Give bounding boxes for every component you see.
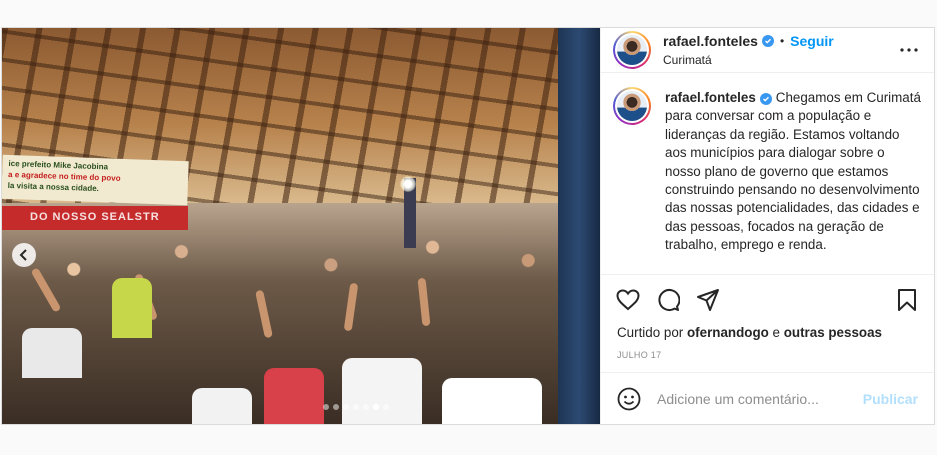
- likes-prefix: Curtido por: [617, 325, 684, 340]
- photo-person: [442, 378, 542, 424]
- photo-person: [112, 278, 152, 338]
- carousel-dot: [363, 404, 369, 410]
- caption-section: rafael.fonteles Chegamos em Curimatá para…: [601, 73, 934, 275]
- likes-connector: e: [772, 325, 780, 340]
- likes-summary: Curtido por ofernandogo e outras pessoas: [601, 325, 934, 340]
- more-icon: [900, 48, 918, 52]
- post-location[interactable]: Curimatá: [663, 53, 834, 67]
- photo-banner: ice prefeito Mike Jacobina a e agradece …: [2, 154, 189, 206]
- photo-pillar-right: [558, 28, 600, 424]
- post-header: rafael.fonteles • Seguir Curimatá: [601, 28, 934, 73]
- photo-person: [264, 368, 324, 424]
- header-username[interactable]: rafael.fonteles: [663, 33, 758, 49]
- share-button[interactable]: [695, 287, 721, 313]
- publish-button[interactable]: Publicar: [863, 391, 918, 407]
- photo-light: [400, 176, 416, 192]
- caption-username[interactable]: rafael.fonteles: [665, 90, 756, 105]
- avatar[interactable]: [613, 87, 651, 125]
- more-options-button[interactable]: [898, 39, 920, 61]
- emoji-icon[interactable]: [617, 387, 641, 411]
- photo-banner-red: DO NOSSO SEALSTR: [2, 206, 188, 230]
- action-bar: [601, 275, 934, 325]
- carousel-dot: [343, 404, 349, 410]
- verified-icon: [759, 93, 772, 105]
- like-button[interactable]: [615, 287, 641, 313]
- carousel-dot: [383, 404, 389, 410]
- avatar[interactable]: [613, 31, 651, 69]
- photo-person: [342, 358, 422, 424]
- chevron-left-icon: [19, 249, 27, 261]
- verified-icon: [761, 35, 774, 47]
- comment-bar: Publicar: [601, 372, 934, 424]
- post-sidebar: rafael.fonteles • Seguir Curimatá rafael…: [600, 28, 934, 424]
- carousel-dot: [373, 404, 379, 410]
- carousel-dot: [333, 404, 339, 410]
- photo-person: [22, 328, 82, 378]
- heart-icon: [616, 289, 640, 311]
- likes-user-link[interactable]: ofernandogo: [687, 325, 769, 340]
- likes-others-link[interactable]: outras pessoas: [784, 325, 882, 340]
- carousel-dot: [323, 404, 329, 410]
- post-date[interactable]: JULHO 17: [601, 340, 934, 372]
- comment-button[interactable]: [655, 287, 681, 313]
- caption: rafael.fonteles Chegamos em Curimatá para…: [665, 89, 922, 274]
- comment-input[interactable]: [657, 390, 863, 407]
- caption-text: Chegamos em Curimatá para conversar com …: [665, 90, 921, 253]
- instagram-post: ice prefeito Mike Jacobina a e agradece …: [1, 27, 935, 425]
- header-separator: •: [779, 34, 785, 48]
- post-photo[interactable]: ice prefeito Mike Jacobina a e agradece …: [2, 28, 600, 424]
- comment-icon: [658, 289, 680, 311]
- carousel-prev-button[interactable]: [12, 243, 36, 267]
- save-button[interactable]: [894, 287, 920, 313]
- carousel-dot: [353, 404, 359, 410]
- bookmark-icon: [898, 289, 916, 311]
- carousel-dots: [112, 404, 600, 410]
- follow-button[interactable]: Seguir: [790, 33, 834, 49]
- share-icon: [697, 289, 719, 311]
